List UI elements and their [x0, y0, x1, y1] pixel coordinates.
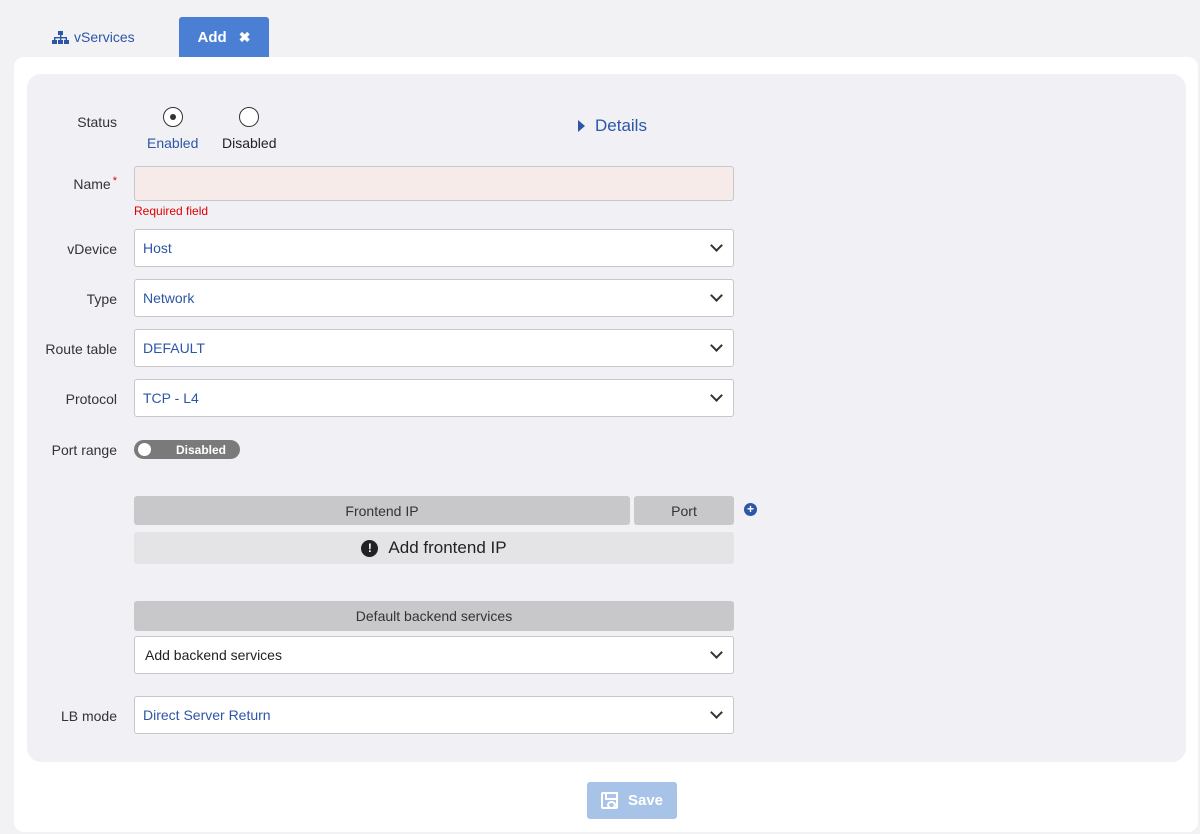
status-enabled-label: Enabled: [147, 135, 199, 151]
port-range-toggle[interactable]: Disabled: [134, 440, 240, 459]
add-frontend-ip-row[interactable]: ! Add frontend IP: [134, 532, 734, 564]
floppy-disk-icon: [600, 792, 618, 809]
name-label: Name *: [7, 175, 117, 192]
chevron-down-icon: [710, 289, 723, 302]
exclamation-circle-icon: !: [361, 539, 379, 557]
required-mark: *: [112, 175, 117, 187]
save-button[interactable]: Save: [587, 782, 677, 819]
type-label: Type: [86, 291, 117, 307]
route-table-label: Route table: [45, 341, 117, 357]
protocol-value: TCP - L4: [143, 390, 199, 406]
radio-checked-icon: [162, 107, 183, 127]
status-enabled-radio[interactable]: Enabled: [147, 107, 198, 151]
frontend-ip-column-header: Frontend IP: [134, 496, 630, 525]
port-range-toggle-text: Disabled: [176, 442, 227, 457]
route-table-value: DEFAULT: [143, 340, 205, 356]
tab-add[interactable]: Add ✖: [179, 17, 269, 57]
route-table-select[interactable]: DEFAULT: [134, 329, 734, 367]
name-input[interactable]: [134, 166, 734, 201]
lb-mode-value: Direct Server Return: [143, 707, 271, 723]
chevron-down-icon: [710, 646, 723, 659]
type-select[interactable]: Network: [134, 279, 734, 317]
caret-right-icon: [578, 120, 585, 132]
protocol-select[interactable]: TCP - L4: [134, 379, 734, 417]
lb-mode-label: LB mode: [60, 708, 117, 724]
sitemap-icon: [52, 30, 69, 44]
protocol-label: Protocol: [65, 391, 117, 407]
port-range-label: Port range: [51, 442, 117, 458]
status-label: Status: [77, 114, 117, 130]
backend-services-placeholder: Add backend services: [145, 647, 282, 663]
add-frontend-plus-icon[interactable]: +: [744, 503, 757, 516]
tab-vservices[interactable]: vServices: [52, 26, 135, 48]
backend-services-header: Default backend services: [134, 601, 734, 631]
tab-add-label: Add: [197, 28, 227, 46]
status-disabled-radio[interactable]: Disabled: [222, 107, 276, 151]
chevron-down-icon: [710, 706, 723, 719]
add-frontend-ip-text: Add frontend IP: [388, 538, 507, 557]
type-value: Network: [143, 290, 195, 306]
name-label-text: Name: [73, 176, 111, 192]
vdevice-value: Host: [143, 240, 172, 256]
port-column-header: Port: [634, 496, 734, 525]
close-icon[interactable]: ✖: [239, 29, 251, 46]
status-disabled-label: Disabled: [222, 135, 277, 151]
radio-unchecked-icon: [239, 107, 260, 127]
name-error: Required field: [134, 204, 209, 218]
details-toggle[interactable]: Details: [578, 116, 647, 136]
chevron-down-icon: [710, 239, 723, 252]
backend-services-select[interactable]: Add backend services: [134, 636, 734, 674]
lb-mode-select[interactable]: Direct Server Return: [134, 696, 734, 734]
vdevice-label: vDevice: [67, 241, 117, 257]
save-label: Save: [627, 792, 664, 809]
toggle-knob: [138, 443, 151, 456]
vdevice-select[interactable]: Host: [134, 229, 734, 267]
tab-vservices-label: vServices: [74, 29, 135, 45]
chevron-down-icon: [710, 339, 723, 352]
chevron-down-icon: [710, 389, 723, 402]
details-label: Details: [595, 116, 647, 135]
